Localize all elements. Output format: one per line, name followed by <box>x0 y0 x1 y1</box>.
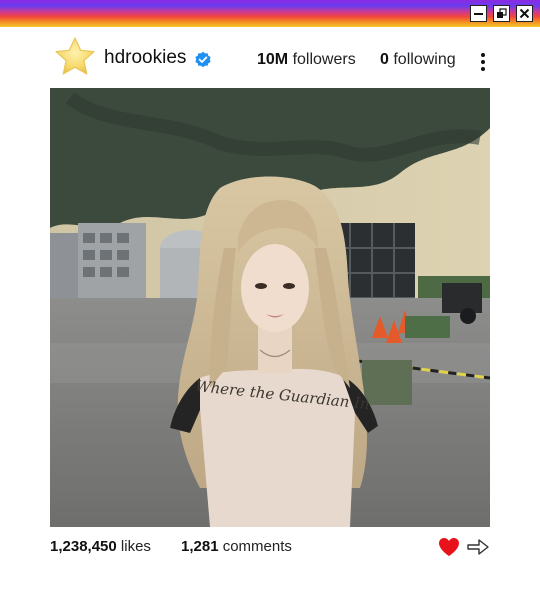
followers-count[interactable]: 10M followers <box>257 51 356 69</box>
close-icon <box>519 8 530 19</box>
comments-count[interactable]: 1,281 comments <box>181 538 292 555</box>
post-image[interactable]: Where the Guardian In <box>50 88 490 527</box>
minimize-button[interactable] <box>470 5 487 22</box>
share-arrow-icon[interactable] <box>467 537 489 557</box>
restore-icon <box>497 8 507 18</box>
following-count[interactable]: 0 following <box>380 51 456 69</box>
restore-button[interactable] <box>493 5 510 22</box>
likes-count[interactable]: 1,238,450 likes <box>50 538 151 555</box>
more-vertical-icon[interactable] <box>476 52 490 72</box>
verified-badge-icon <box>195 51 211 68</box>
username[interactable]: hdrookies <box>104 47 186 69</box>
close-button[interactable] <box>516 5 533 22</box>
post-photo: Where the Guardian In <box>50 88 490 527</box>
window-title-bar <box>0 0 540 27</box>
minimize-icon <box>474 13 483 15</box>
star-icon[interactable] <box>54 36 96 78</box>
heart-icon[interactable] <box>438 537 460 557</box>
